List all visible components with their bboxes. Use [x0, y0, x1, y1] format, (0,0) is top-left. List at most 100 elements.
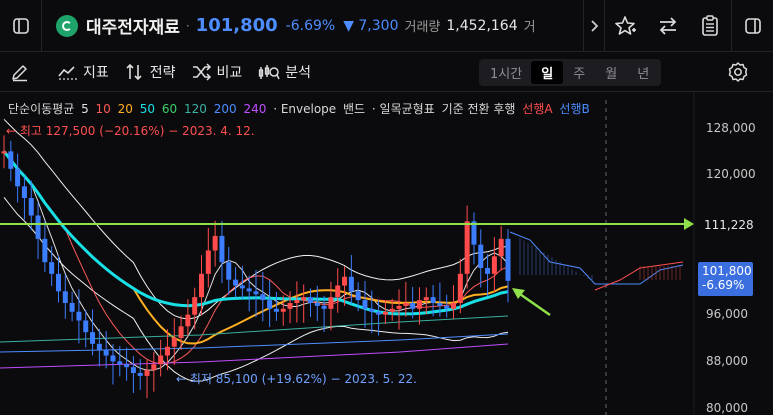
span-b-label: 선행B	[559, 102, 590, 116]
candle-body	[199, 273, 205, 298]
candle-body	[178, 326, 184, 338]
indicator-legend[interactable]: 단순이동평균 5 10 20 50 60 120 200 240 · Envel…	[8, 100, 593, 117]
change-amount: ▼ 7,300	[343, 17, 399, 34]
strategy-button[interactable]: 전략	[119, 52, 182, 92]
annotation-arrow[interactable]	[516, 290, 551, 317]
candle-body	[260, 294, 266, 301]
candle-body	[15, 168, 21, 187]
candle-body	[35, 215, 41, 239]
candle-body	[96, 343, 102, 350]
sma-60: 60	[161, 102, 178, 116]
clipboard-icon	[702, 14, 718, 36]
ichimoku-label: · 일목균형표	[371, 102, 435, 116]
timeframe-month[interactable]: 월	[595, 61, 627, 84]
scroll-right-button[interactable]	[583, 0, 605, 52]
swap-arrows-icon	[659, 16, 677, 35]
timeframe-day[interactable]: 일	[531, 61, 564, 84]
candle-body	[185, 314, 191, 327]
candle-body	[233, 279, 239, 286]
candle-body	[28, 198, 34, 216]
timeframe-selector: 1시간 일 주 월 년	[479, 59, 662, 86]
candle-body	[328, 297, 334, 309]
candle-body	[171, 338, 177, 347]
candle-body	[382, 311, 388, 315]
candle-body	[246, 288, 252, 292]
candle-body	[491, 256, 497, 274]
timeframe-1h[interactable]: 1시간	[481, 61, 531, 84]
indicator-button[interactable]: 지표	[52, 52, 115, 92]
candle-body	[117, 361, 123, 365]
candle-body	[83, 320, 89, 333]
sma-50: 50	[139, 102, 156, 116]
candle-body	[164, 346, 170, 356]
bollinger-bands	[3, 118, 509, 382]
price-tick: 128,000	[706, 121, 756, 135]
candle-body	[239, 285, 245, 289]
candle-body	[124, 364, 130, 368]
truncated-text: 거	[523, 20, 536, 35]
min-price-annotation: ← 최저 85,100 (+19.62%) − 2023. 5. 22.	[176, 372, 417, 386]
candle-body	[396, 305, 402, 309]
top-header: 대주전자재료 · 101,800 -6.69% ▼ 7,300 거래량 1,45…	[0, 0, 773, 52]
volume-value: 1,452,164	[446, 17, 518, 34]
candle-body	[376, 311, 382, 315]
stock-name[interactable]: 대주전자재료	[86, 13, 180, 38]
candle-body	[498, 238, 504, 257]
candle-body	[273, 308, 279, 312]
settings-button[interactable]	[724, 58, 752, 86]
chart-canvas[interactable]	[0, 92, 773, 415]
compare-button[interactable]: 비교	[186, 52, 249, 92]
notes-button[interactable]	[689, 0, 731, 52]
price-tick: 96,000	[706, 307, 748, 321]
hline-price-tag: 111,228	[700, 216, 760, 233]
candle-body	[192, 297, 198, 315]
candle-body	[423, 297, 429, 301]
candle-body	[287, 303, 293, 309]
current-price: 101,800	[195, 15, 278, 36]
timeframe-year[interactable]: 년	[627, 61, 659, 84]
draw-tool-button[interactable]	[0, 52, 46, 92]
price-chart[interactable]: 128,000 120,000 111,228 101,800 -6.69% 9…	[0, 92, 773, 415]
price-tick: 88,000	[706, 354, 748, 368]
sma-200: 200	[213, 102, 237, 116]
right-panel-toggle-button[interactable]	[731, 0, 773, 52]
ichimoku-cloud	[509, 231, 684, 291]
candle-body	[307, 297, 313, 303]
candle-body	[69, 303, 75, 312]
candle-body	[437, 303, 443, 306]
candle-body	[464, 221, 470, 274]
candle-body	[226, 262, 232, 280]
panel-left-icon	[12, 17, 29, 34]
candle-body	[457, 273, 463, 303]
candle-body	[144, 370, 150, 376]
pencil-icon	[12, 64, 27, 81]
moving-averages	[0, 150, 509, 371]
indicator-label: 지표	[83, 64, 109, 81]
sma-240: 240	[243, 102, 267, 116]
price-tick: 120,000	[706, 167, 756, 181]
candle-body	[212, 235, 218, 251]
candle-body	[348, 276, 354, 292]
favorite-button[interactable]	[605, 0, 647, 52]
span-a-line	[594, 261, 684, 291]
candle-body	[76, 311, 82, 321]
candle-body	[103, 349, 109, 356]
sma-label: 단순이동평균	[8, 102, 75, 116]
timeframe-week[interactable]: 주	[563, 61, 595, 84]
candle-body	[55, 273, 61, 292]
magnifier-chart-icon	[259, 64, 280, 79]
analysis-button[interactable]: 분석	[252, 52, 317, 92]
candle-body	[49, 262, 55, 274]
candle-body	[444, 305, 450, 309]
panel-right-icon	[744, 17, 761, 34]
sidebar-toggle-button[interactable]	[0, 0, 42, 52]
candle-body	[130, 367, 136, 373]
switch-button[interactable]	[647, 0, 689, 52]
gear-icon	[728, 62, 748, 82]
sma-5: 5	[81, 102, 89, 116]
candle-body	[355, 291, 361, 301]
ichimoku-lines-label: 기준 전환 후행	[441, 102, 516, 116]
candle-body	[505, 238, 511, 281]
sma-10: 10	[95, 102, 111, 116]
candle-body	[42, 238, 48, 263]
